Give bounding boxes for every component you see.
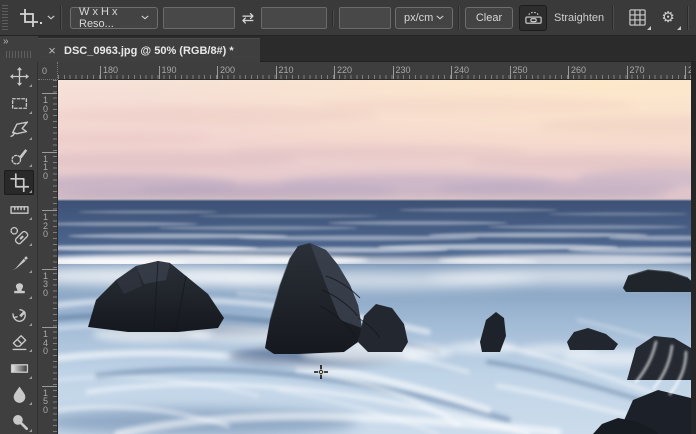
ruler-major-tick bbox=[42, 93, 57, 94]
straighten-button[interactable] bbox=[519, 5, 547, 31]
divider bbox=[60, 6, 62, 30]
history-brush-tool[interactable] bbox=[4, 303, 34, 328]
clear-button[interactable]: Clear bbox=[465, 7, 513, 29]
ruler-partial-label: 0 bbox=[42, 66, 47, 76]
crop-preset-label: W x H x Reso... bbox=[79, 6, 138, 30]
resolution-unit-label: px/cm bbox=[404, 12, 433, 24]
rectangular-marquee-tool[interactable] bbox=[4, 91, 34, 116]
chevron-down-icon[interactable] bbox=[47, 15, 55, 20]
clear-button-label: Clear bbox=[476, 12, 502, 24]
close-icon[interactable]: × bbox=[46, 44, 58, 57]
straighten-label: Straighten bbox=[554, 12, 604, 24]
crop-options-gear-icon[interactable]: ⚙ bbox=[654, 5, 682, 31]
ruler-origin-corner[interactable]: 0 bbox=[38, 62, 58, 80]
move-tool[interactable] bbox=[4, 64, 34, 89]
ruler-tool[interactable] bbox=[4, 197, 34, 222]
ruler-major-tick bbox=[42, 269, 57, 270]
dodge-tool[interactable] bbox=[4, 409, 34, 434]
ruler-tick-label: 100 bbox=[43, 96, 48, 122]
vertical-ruler[interactable]: 100 110 120 130 140 150 bbox=[38, 80, 58, 434]
ruler-tick-label: 120 bbox=[43, 213, 48, 239]
canvas-edge-strip bbox=[691, 62, 696, 434]
ruler-tick-label: 140 bbox=[43, 330, 48, 356]
ruler-tick-label: 220 bbox=[337, 65, 352, 75]
crop-tool[interactable] bbox=[4, 170, 34, 195]
expand-panel-icon[interactable]: » bbox=[3, 36, 8, 47]
document-canvas[interactable] bbox=[58, 80, 691, 434]
ruler-major-tick bbox=[159, 66, 160, 80]
ruler-major-tick bbox=[217, 66, 218, 80]
flyout-indicator bbox=[647, 26, 651, 30]
ruler-tick-label: 210 bbox=[279, 65, 294, 75]
divider bbox=[687, 6, 689, 30]
ruler-tick-label: 250 bbox=[513, 65, 528, 75]
polygonal-lasso-tool[interactable] bbox=[4, 117, 34, 142]
divider bbox=[612, 6, 614, 30]
ruler-tick-label: 150 bbox=[43, 389, 48, 415]
photo-seascape bbox=[58, 80, 691, 434]
ruler-major-tick bbox=[42, 327, 57, 328]
quick-selection-tool[interactable] bbox=[4, 144, 34, 169]
ruler-tick-label: 200 bbox=[220, 65, 235, 75]
document-tab-title: DSC_0963.jpg @ 50% (RGB/8#) * bbox=[64, 45, 234, 57]
crop-overlay-grid-icon[interactable] bbox=[622, 5, 652, 31]
brush-tool[interactable] bbox=[4, 250, 34, 275]
ruler-major-tick bbox=[685, 66, 686, 80]
crop-icon[interactable] bbox=[14, 8, 44, 28]
chevron-down-icon bbox=[141, 15, 149, 20]
ruler-major-tick bbox=[568, 66, 569, 80]
ruler-tick-label: 270 bbox=[630, 65, 645, 75]
ruler-major-tick bbox=[627, 66, 628, 80]
document-tab-bar: × DSC_0963.jpg @ 50% (RGB/8#) * bbox=[38, 36, 696, 62]
ruler-major-tick bbox=[510, 66, 511, 80]
crop-height-input[interactable] bbox=[261, 7, 327, 29]
ruler-major-tick bbox=[451, 66, 452, 80]
options-bar-grip[interactable] bbox=[2, 5, 8, 31]
options-bar: W x H x Reso... ⇄ px/cm Clear bbox=[0, 0, 696, 36]
tools-panel bbox=[0, 62, 38, 434]
ruler-tick-label: 180 bbox=[103, 65, 118, 75]
resolution-unit-dropdown[interactable]: px/cm bbox=[395, 7, 453, 29]
ruler-major-tick bbox=[42, 152, 57, 153]
eraser-tool[interactable] bbox=[4, 329, 34, 354]
gradient-tool[interactable] bbox=[4, 356, 34, 381]
clone-stamp-tool[interactable] bbox=[4, 276, 34, 301]
crop-preset-dropdown[interactable]: W x H x Reso... bbox=[70, 7, 158, 29]
ruler-tick-label: 240 bbox=[454, 65, 469, 75]
horizontal-ruler[interactable]: 1801902002102202302402502602702 bbox=[58, 62, 691, 80]
ruler-tick-label: 130 bbox=[43, 272, 48, 298]
ruler-tick-label: 110 bbox=[43, 155, 48, 181]
flyout-indicator bbox=[677, 26, 681, 30]
level-icon bbox=[524, 8, 543, 27]
ruler-major-tick bbox=[393, 66, 394, 80]
tools-panel-header: » bbox=[0, 36, 38, 62]
ruler-tick-label: 230 bbox=[396, 65, 411, 75]
swap-dimensions-icon[interactable]: ⇄ bbox=[235, 9, 261, 27]
ruler-major-tick bbox=[42, 210, 57, 211]
crop-resolution-input[interactable] bbox=[339, 7, 391, 29]
crop-width-input[interactable] bbox=[163, 7, 235, 29]
ruler-major-tick bbox=[100, 66, 101, 80]
ruler-major-tick bbox=[42, 386, 57, 387]
ruler-tick-label: 190 bbox=[162, 65, 177, 75]
divider bbox=[458, 6, 460, 30]
chevron-down-icon bbox=[436, 15, 444, 20]
ruler-tick-label: 260 bbox=[571, 65, 586, 75]
blur-tool[interactable] bbox=[4, 382, 34, 407]
ruler-major-tick bbox=[276, 66, 277, 80]
tools-panel-grip[interactable] bbox=[6, 51, 32, 58]
divider bbox=[332, 10, 334, 26]
photoshop-window: W x H x Reso... ⇄ px/cm Clear bbox=[0, 0, 696, 434]
ruler-major-tick bbox=[334, 66, 335, 80]
document-tab[interactable]: × DSC_0963.jpg @ 50% (RGB/8#) * bbox=[38, 38, 260, 62]
spot-healing-brush-tool[interactable] bbox=[4, 223, 34, 248]
